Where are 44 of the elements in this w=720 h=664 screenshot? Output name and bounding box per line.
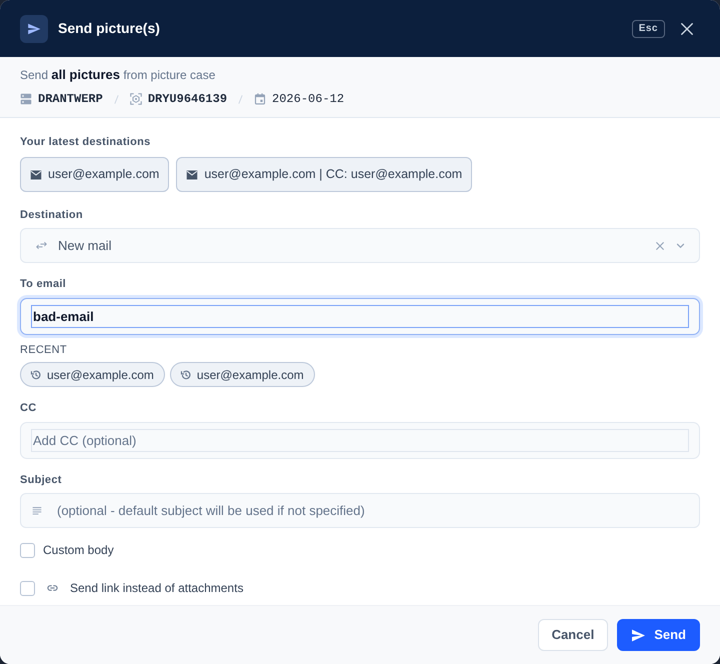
destination-select[interactable]: New mail — [20, 228, 700, 263]
clear-icon — [655, 240, 665, 250]
send-icon — [20, 14, 48, 42]
history-icon — [30, 368, 42, 380]
mail-icon — [186, 168, 198, 180]
dialog-title: Send picture(s) — [58, 19, 160, 38]
field-label: Destination — [20, 208, 83, 223]
close-button[interactable] — [680, 22, 694, 36]
field-label: RECENT — [20, 343, 67, 358]
send-icon — [631, 628, 646, 642]
email-input[interactable]: bad-email — [31, 305, 689, 328]
mail-icon — [30, 168, 42, 180]
meta-text: DRYU9646139 — [148, 91, 228, 108]
checkbox[interactable] — [20, 580, 35, 596]
viewfinder-icon — [130, 93, 142, 105]
subject-input[interactable]: (optional - default subject will be used if not specified) — [57, 500, 687, 520]
summary-text: Send all pictures from picture case — [20, 67, 216, 83]
recent-chip[interactable]: user@example.com — [170, 362, 315, 387]
destination-chip[interactable]: user@example.com | CC: user@example.com — [176, 157, 472, 192]
swap-icon — [36, 240, 47, 251]
checkbox[interactable] — [20, 542, 35, 558]
lines-icon — [32, 506, 42, 515]
chevron-down-icon — [676, 242, 685, 248]
meta-text: 2026-06-12 — [272, 91, 344, 108]
shortcut-key: Esc — [632, 20, 665, 38]
history-icon — [180, 368, 192, 380]
server-icon — [20, 93, 32, 105]
destination-chip[interactable]: user@example.com — [20, 157, 170, 192]
meta-text: DRANTWERP — [38, 91, 103, 108]
option-label[interactable]: Send link instead of attachments — [70, 579, 244, 597]
field-label: Your latest destinations — [20, 135, 150, 150]
field-label: Subject — [20, 473, 62, 488]
slash-icon — [238, 94, 244, 104]
field-label: CC — [20, 401, 36, 416]
cc-input[interactable]: Add CC (optional) — [31, 429, 689, 452]
subject-field[interactable]: (optional - default subject will be used if not specified) — [20, 493, 700, 528]
cancel-button[interactable]: Cancel — [538, 619, 608, 651]
close-icon — [680, 22, 694, 36]
send-button[interactable]: Send — [617, 619, 700, 651]
field-label: To email — [20, 277, 66, 292]
slash-icon — [114, 94, 119, 104]
recent-chip[interactable]: user@example.com — [20, 362, 165, 387]
calendar-icon — [254, 93, 266, 105]
option-label[interactable]: Custom body — [43, 541, 114, 559]
